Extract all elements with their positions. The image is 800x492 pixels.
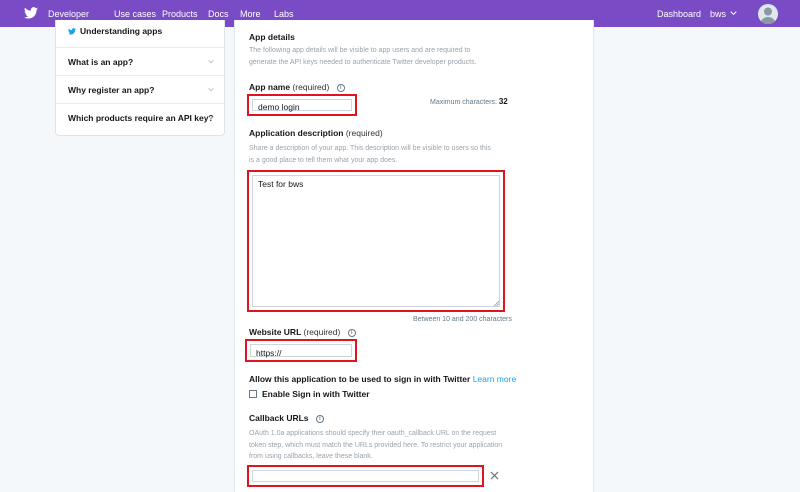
nav-link-docs[interactable]: Docs — [208, 9, 229, 19]
signin-checkbox[interactable] — [249, 390, 257, 398]
default-avatar-icon — [760, 7, 776, 24]
description-textarea[interactable]: Test for bws — [247, 170, 505, 312]
signin-heading-text: Allow this application to be used to sig… — [249, 374, 471, 384]
description-label-text: Application description — [249, 128, 344, 138]
faq-item-why-register[interactable]: Why register an app? — [56, 75, 224, 103]
callback-help: OAuth 1.0a applications should specify t… — [249, 430, 503, 460]
faq-item-api-key[interactable]: Which products require an API key? — [56, 103, 224, 131]
faq-item-label: What is an app? — [68, 57, 134, 67]
info-icon[interactable]: i — [336, 84, 345, 92]
callback-label: Callback URLs i — [249, 413, 324, 423]
section-title: App details — [249, 32, 295, 42]
resize-handle-icon[interactable] — [493, 300, 499, 306]
description-value: Test for bws — [258, 179, 304, 189]
faq-card: Understanding apps What is an app? Why r… — [55, 20, 225, 136]
max-characters-value: 32 — [498, 97, 508, 106]
faq-understanding-apps[interactable]: Understanding apps — [68, 26, 162, 36]
description-help: Share a description of your app. This de… — [249, 145, 491, 164]
section-description: The following app details will be visibl… — [249, 47, 477, 66]
website-url-input[interactable]: https:// — [245, 339, 357, 362]
close-icon[interactable] — [490, 471, 499, 480]
chevron-down-icon — [208, 60, 214, 64]
avatar[interactable] — [758, 4, 778, 24]
twitter-bird-icon — [68, 27, 76, 35]
info-icon[interactable]: i — [347, 329, 356, 337]
max-characters-label: Maximum characters: — [430, 99, 497, 106]
required-marker: (required) — [292, 82, 330, 92]
nav-link-dashboard[interactable]: Dashboard — [657, 9, 701, 19]
info-icon[interactable]: i — [315, 415, 324, 423]
nav-link-use-cases[interactable]: Use cases — [114, 9, 156, 19]
required-marker: (required) — [303, 327, 341, 337]
chevron-down-icon — [208, 116, 214, 120]
chevron-down-icon[interactable] — [730, 10, 737, 16]
app-name-label: App name (required) i — [249, 82, 345, 92]
app-name-input[interactable]: demo login — [247, 94, 357, 116]
required-marker: (required) — [345, 128, 383, 138]
signin-checkbox-label[interactable]: Enable Sign in with Twitter — [262, 389, 370, 399]
callback-label-text: Callback URLs — [249, 413, 309, 423]
website-label: Website URL (required) i — [249, 327, 356, 337]
faq-top-label: Understanding apps — [80, 26, 163, 36]
user-menu[interactable]: bws — [710, 9, 726, 19]
callback-url-input[interactable] — [247, 465, 484, 487]
signin-heading: Allow this application to be used to sig… — [249, 374, 516, 384]
input-border — [252, 175, 500, 307]
app-name-value: demo login — [258, 102, 300, 112]
faq-item-label: Why register an app? — [68, 85, 155, 95]
description-limit: Between 10 and 200 characters — [413, 316, 512, 323]
app-details-form: App details The following app details wi… — [234, 20, 594, 492]
nav-link-labs[interactable]: Labs — [274, 9, 294, 19]
faq-item-label: Which products require an API key? — [68, 113, 214, 123]
nav-link-products[interactable]: Products — [162, 9, 198, 19]
max-characters: Maximum characters: 32 — [430, 97, 508, 106]
faq-item-what-is-app[interactable]: What is an app? — [56, 47, 224, 75]
chevron-down-icon — [208, 88, 214, 92]
brand-label[interactable]: Developer — [48, 9, 89, 19]
learn-more-link[interactable]: Learn more — [473, 374, 516, 384]
twitter-bird-icon[interactable] — [24, 7, 38, 19]
input-border — [252, 470, 479, 482]
description-label: Application description (required) — [249, 128, 383, 138]
app-name-label-text: App name — [249, 82, 291, 92]
website-label-text: Website URL — [249, 327, 302, 337]
website-url-value: https:// — [256, 348, 282, 358]
nav-link-more[interactable]: More — [240, 9, 261, 19]
